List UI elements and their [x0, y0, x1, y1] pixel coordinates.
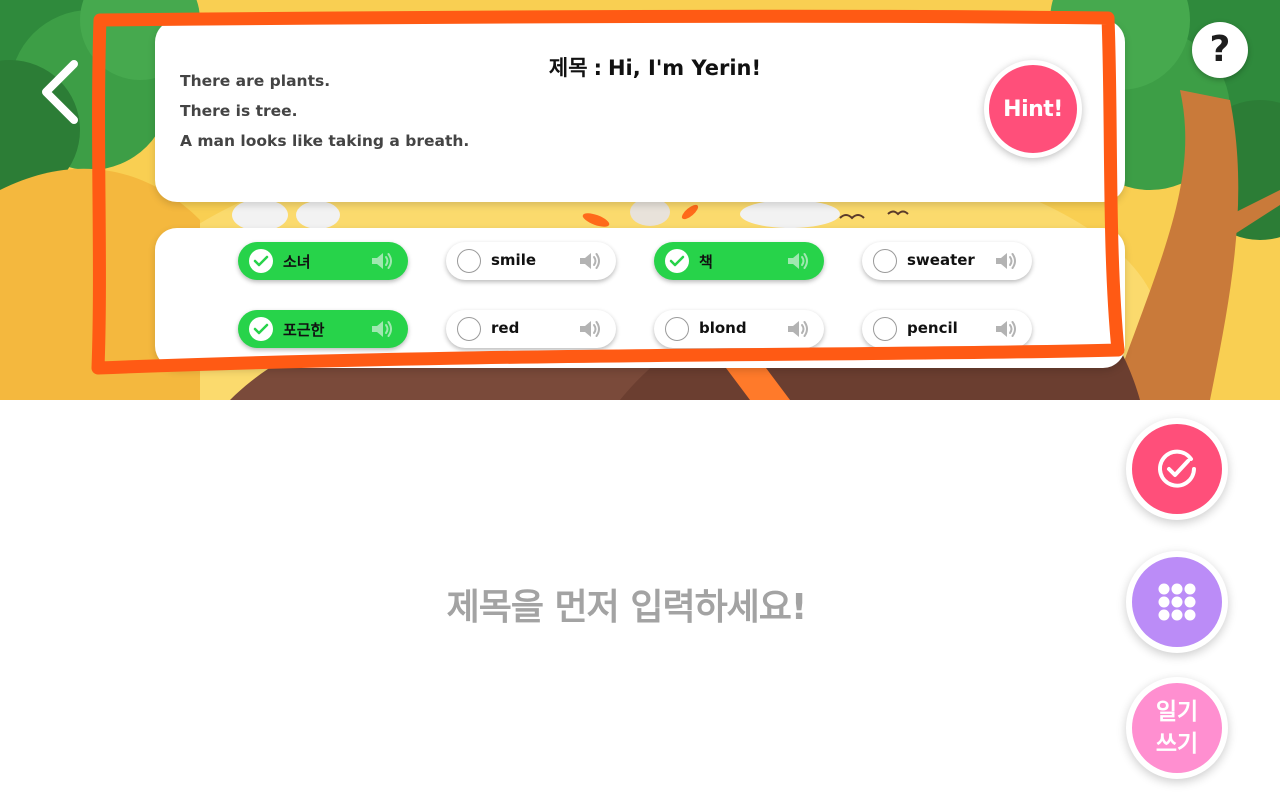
word-label: 책 — [699, 253, 713, 271]
word-chip[interactable]: 포근한 — [238, 310, 408, 348]
picture-description: There are plants. There is tree. A man l… — [180, 70, 469, 160]
radio-icon[interactable] — [665, 317, 689, 341]
submit-check-button[interactable] — [1126, 418, 1228, 520]
title-prefix: 제목 — [548, 56, 588, 80]
write-diary-label-line2: 쓰기 — [1155, 731, 1199, 757]
speaker-icon[interactable] — [370, 250, 394, 272]
help-button[interactable]: ? — [1192, 22, 1248, 78]
speaker-icon[interactable] — [578, 250, 602, 272]
word-label: 소녀 — [283, 253, 311, 271]
word-chip[interactable]: 소녀 — [238, 242, 408, 280]
speaker-icon[interactable] — [786, 318, 810, 340]
word-chip[interactable]: blond — [654, 310, 824, 348]
word-chip[interactable]: pencil — [862, 310, 1032, 348]
question-mark-icon: ? — [1209, 29, 1231, 70]
grid-icon — [1158, 583, 1196, 621]
radio-icon[interactable] — [457, 249, 481, 273]
word-chip[interactable]: sweater — [862, 242, 1032, 280]
word-label: smile — [491, 251, 537, 269]
hint-button[interactable]: Hint! — [984, 60, 1082, 158]
word-label: 포근한 — [283, 321, 325, 339]
write-diary-button[interactable]: 일기 쓰기 — [1126, 677, 1228, 779]
enter-title-prompt: 제목을 먼저 입력하세요! — [446, 587, 808, 628]
radio-icon[interactable] — [457, 317, 481, 341]
word-choices-panel: 소녀 smile 책 sweater 포근한 red blond pencil — [155, 228, 1125, 368]
description-line: A man looks like taking a breath. — [180, 132, 470, 150]
title-card: 제목: Hi, I'm Yerin! There are plants. Ther… — [155, 20, 1125, 202]
app-root: ? 제목: Hi, I'm Yerin! There are plants. Th… — [0, 0, 1280, 800]
description-line: There is tree. — [180, 102, 298, 120]
checked-radio-icon[interactable] — [249, 317, 273, 341]
chevron-left-icon — [42, 60, 78, 124]
checked-radio-icon[interactable] — [665, 249, 689, 273]
word-chip[interactable]: smile — [446, 242, 616, 280]
radio-icon[interactable] — [873, 317, 897, 341]
title-separator: : — [593, 56, 602, 80]
back-button[interactable] — [34, 56, 86, 128]
word-label: blond — [699, 319, 747, 337]
word-chip[interactable]: 책 — [654, 242, 824, 280]
write-diary-label: 일기 쓰기 — [1156, 696, 1198, 760]
description-line: There are plants. — [180, 72, 331, 90]
word-grid-button[interactable] — [1126, 551, 1228, 653]
checked-radio-icon[interactable] — [249, 249, 273, 273]
radio-icon[interactable] — [873, 249, 897, 273]
title-value: Hi, I'm Yerin! — [607, 56, 762, 80]
word-label: sweater — [907, 251, 975, 269]
hint-label: Hint! — [1003, 96, 1063, 122]
word-label: pencil — [907, 319, 958, 337]
speaker-icon[interactable] — [370, 318, 394, 340]
word-chip[interactable]: red — [446, 310, 616, 348]
speaker-icon[interactable] — [786, 250, 810, 272]
word-label: red — [491, 319, 520, 337]
speaker-icon[interactable] — [994, 318, 1018, 340]
speaker-icon[interactable] — [578, 318, 602, 340]
speaker-icon[interactable] — [994, 250, 1018, 272]
check-circle-icon — [1158, 449, 1196, 488]
write-diary-label-line1: 일기 — [1155, 699, 1199, 725]
